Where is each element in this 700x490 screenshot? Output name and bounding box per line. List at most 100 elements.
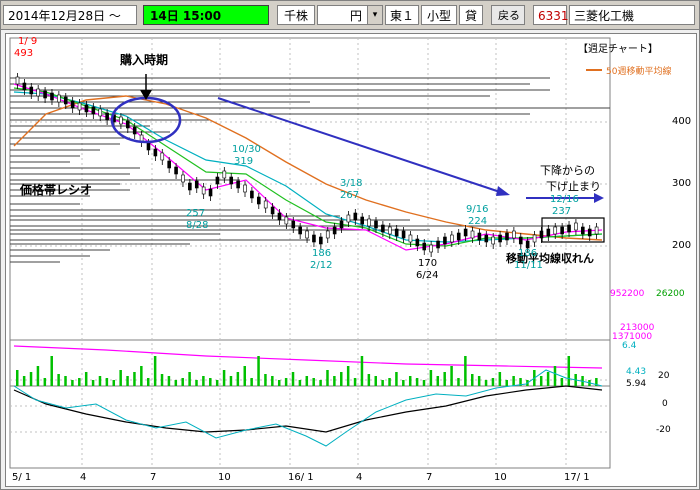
volume-bar: [422, 380, 426, 386]
volume-bar: [402, 380, 405, 386]
x-tick-label: 10: [494, 472, 507, 483]
volume-bar: [215, 380, 219, 386]
price-ratio-label: 価格帯レシオ: [19, 182, 92, 197]
price-point-label: 3/18: [340, 178, 362, 189]
volume-bar: [457, 378, 460, 386]
candle-body: [174, 166, 178, 175]
volume-bar: [146, 378, 150, 386]
price-point-label: 186: [518, 248, 537, 259]
candle-body: [546, 228, 551, 237]
candle-body: [401, 230, 406, 239]
volume-bar: [353, 378, 357, 386]
price-point-label: 267: [340, 190, 359, 201]
x-tick-label: 17/ 1: [564, 472, 590, 483]
candle-body: [188, 182, 192, 191]
candle-body: [319, 236, 323, 245]
date-field[interactable]: 2014年12月28日 ～: [3, 5, 137, 25]
candle-body: [243, 184, 247, 193]
candle-body: [560, 226, 564, 235]
size-label: 小型: [421, 5, 457, 25]
volume-bar: [560, 378, 564, 386]
market-label: 東１: [385, 5, 419, 25]
decline-stop-label: 下降からの: [540, 163, 595, 177]
volume-bar: [71, 380, 74, 386]
unit-label: 千株: [277, 5, 315, 25]
candle-body: [208, 188, 213, 197]
price-point-label: 1/ 9: [18, 36, 37, 47]
candle-body: [422, 242, 427, 251]
time-display[interactable]: 14日 15:00: [143, 5, 269, 25]
candle-body: [181, 174, 185, 183]
candle-body: [236, 180, 240, 189]
candle-body: [215, 176, 220, 185]
price-panel: [9, 37, 611, 341]
candle-body: [194, 180, 199, 189]
volume-bar: [512, 376, 515, 386]
volume-label-5: 6.4: [622, 341, 637, 351]
candle-body: [367, 218, 371, 227]
price-point-label: 8/28: [186, 220, 208, 231]
candle-body: [70, 100, 75, 109]
currency-select[interactable]: 円 ▾: [317, 5, 383, 25]
candle-body: [29, 86, 34, 95]
volume-bar: [429, 370, 433, 386]
volume-bar: [408, 376, 412, 386]
candle-body: [498, 234, 502, 243]
candle-body: [574, 222, 578, 231]
candle-body: [229, 176, 234, 185]
candle-body: [63, 96, 68, 105]
price-point-label: 11/11: [514, 260, 543, 271]
volume-bar: [277, 380, 281, 386]
volume-bar: [91, 380, 95, 386]
candle-body: [146, 142, 151, 151]
candle-body: [256, 196, 261, 205]
candle-body: [250, 190, 254, 199]
candle-body: [77, 102, 82, 111]
volume-bar: [64, 376, 67, 386]
volume-bar: [271, 376, 274, 386]
volume-bar: [160, 374, 164, 386]
volume-bar: [43, 378, 47, 386]
candle-body: [84, 104, 89, 113]
candle-body: [105, 112, 109, 121]
volume-bar: [257, 356, 260, 386]
volume-bar: [319, 380, 322, 386]
price-point-label: 6/24: [416, 270, 438, 281]
candle-body: [532, 234, 537, 243]
chart-canvas[interactable]: 購入時期 価格帯レシオ 下降からの 下げ止まり 移動平均線収れん 【週足チャート…: [6, 34, 696, 486]
oscillator-panel: [9, 385, 611, 469]
weekly-chart[interactable]: 購入時期 価格帯レシオ 下降からの 下げ止まり 移動平均線収れん 【週足チャート…: [5, 33, 697, 487]
price-point-label: 186: [312, 248, 331, 259]
price-point-label: 12/16: [550, 194, 579, 205]
price-point-label: 224: [468, 216, 487, 227]
candle-body: [491, 236, 495, 245]
volume-bar: [202, 376, 205, 386]
volume-bar: [84, 372, 88, 386]
volume-bar: [450, 366, 453, 386]
volume-bar: [264, 374, 267, 386]
back-button[interactable]: 戻る: [491, 5, 525, 25]
lend-label: 貸: [459, 5, 483, 25]
volume-bar: [167, 376, 171, 386]
candle-body: [126, 120, 130, 129]
volume-bar: [326, 370, 329, 386]
candle-body: [291, 220, 296, 229]
stock-code[interactable]: 6331: [533, 5, 569, 25]
candle-body: [339, 220, 344, 229]
volume-bar: [471, 374, 474, 386]
volume-label-1: 952200: [610, 289, 645, 299]
volume-bar: [243, 366, 247, 386]
candle-body: [450, 234, 454, 243]
x-tick-label: 7: [150, 472, 156, 483]
volume-bar: [181, 378, 184, 386]
volume-bar: [388, 378, 391, 386]
volume-bar: [346, 366, 350, 386]
candle-body: [525, 240, 530, 249]
chevron-down-icon[interactable]: ▾: [367, 6, 382, 24]
candle-body: [153, 148, 158, 157]
volume-bar: [333, 376, 336, 386]
candle-body: [160, 152, 165, 161]
osc-label-1: 4.43: [626, 367, 646, 377]
volume-bar: [195, 380, 198, 386]
candle-body: [381, 224, 385, 233]
